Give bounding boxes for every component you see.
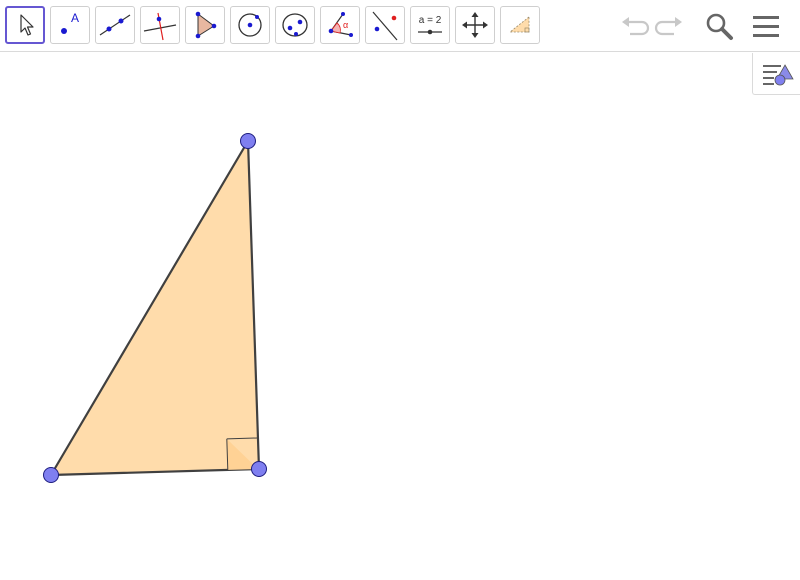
line-through-two-points-icon <box>99 14 131 36</box>
redo-icon <box>654 17 682 36</box>
undo-icon <box>622 17 650 36</box>
reflect-about-line-icon <box>372 11 398 41</box>
point-right[interactable] <box>251 461 267 477</box>
main-menu-button[interactable] <box>750 10 782 42</box>
circle-with-center-icon <box>238 13 262 37</box>
move-graphics-view-icon <box>462 12 488 38</box>
point-tool-label: A <box>71 11 80 25</box>
arrow-cursor-icon <box>20 14 34 36</box>
undo-button[interactable] <box>618 10 650 42</box>
graphics-view[interactable] <box>0 53 800 580</box>
redo-button[interactable] <box>654 10 686 42</box>
point-left[interactable] <box>43 467 59 483</box>
perpendicular-line-tool-button[interactable] <box>140 6 180 44</box>
point-icon <box>61 28 67 34</box>
angle-icon <box>328 12 353 37</box>
polygon-icon <box>195 11 217 39</box>
triangle[interactable] <box>49 139 261 477</box>
circle-tool-button[interactable] <box>230 6 270 44</box>
reflect-tool-button[interactable] <box>365 6 405 44</box>
ellipse-icon <box>282 13 308 37</box>
conic-tool-button[interactable] <box>275 6 315 44</box>
slider-tool-button[interactable]: a = 2 <box>410 6 450 44</box>
angle-tool-button[interactable]: α <box>320 6 360 44</box>
hamburger-menu-icon <box>753 16 779 37</box>
polygon-tool-button[interactable] <box>185 6 225 44</box>
angle-symbol: α <box>343 20 349 30</box>
move-graphics-view-tool-button[interactable] <box>455 6 495 44</box>
point-tool-button[interactable]: A <box>50 6 90 44</box>
perpendicular-line-icon <box>143 12 177 41</box>
point-top[interactable] <box>240 133 256 149</box>
toolbar: A α a = 2 <box>0 0 800 52</box>
custom-tool-button[interactable] <box>500 6 540 44</box>
search-icon <box>706 13 733 40</box>
slider-icon <box>418 29 442 35</box>
search-button[interactable] <box>703 10 735 42</box>
line-tool-button[interactable] <box>95 6 135 44</box>
move-tool-button[interactable] <box>5 6 45 44</box>
triangle-tool-icon <box>508 16 530 33</box>
